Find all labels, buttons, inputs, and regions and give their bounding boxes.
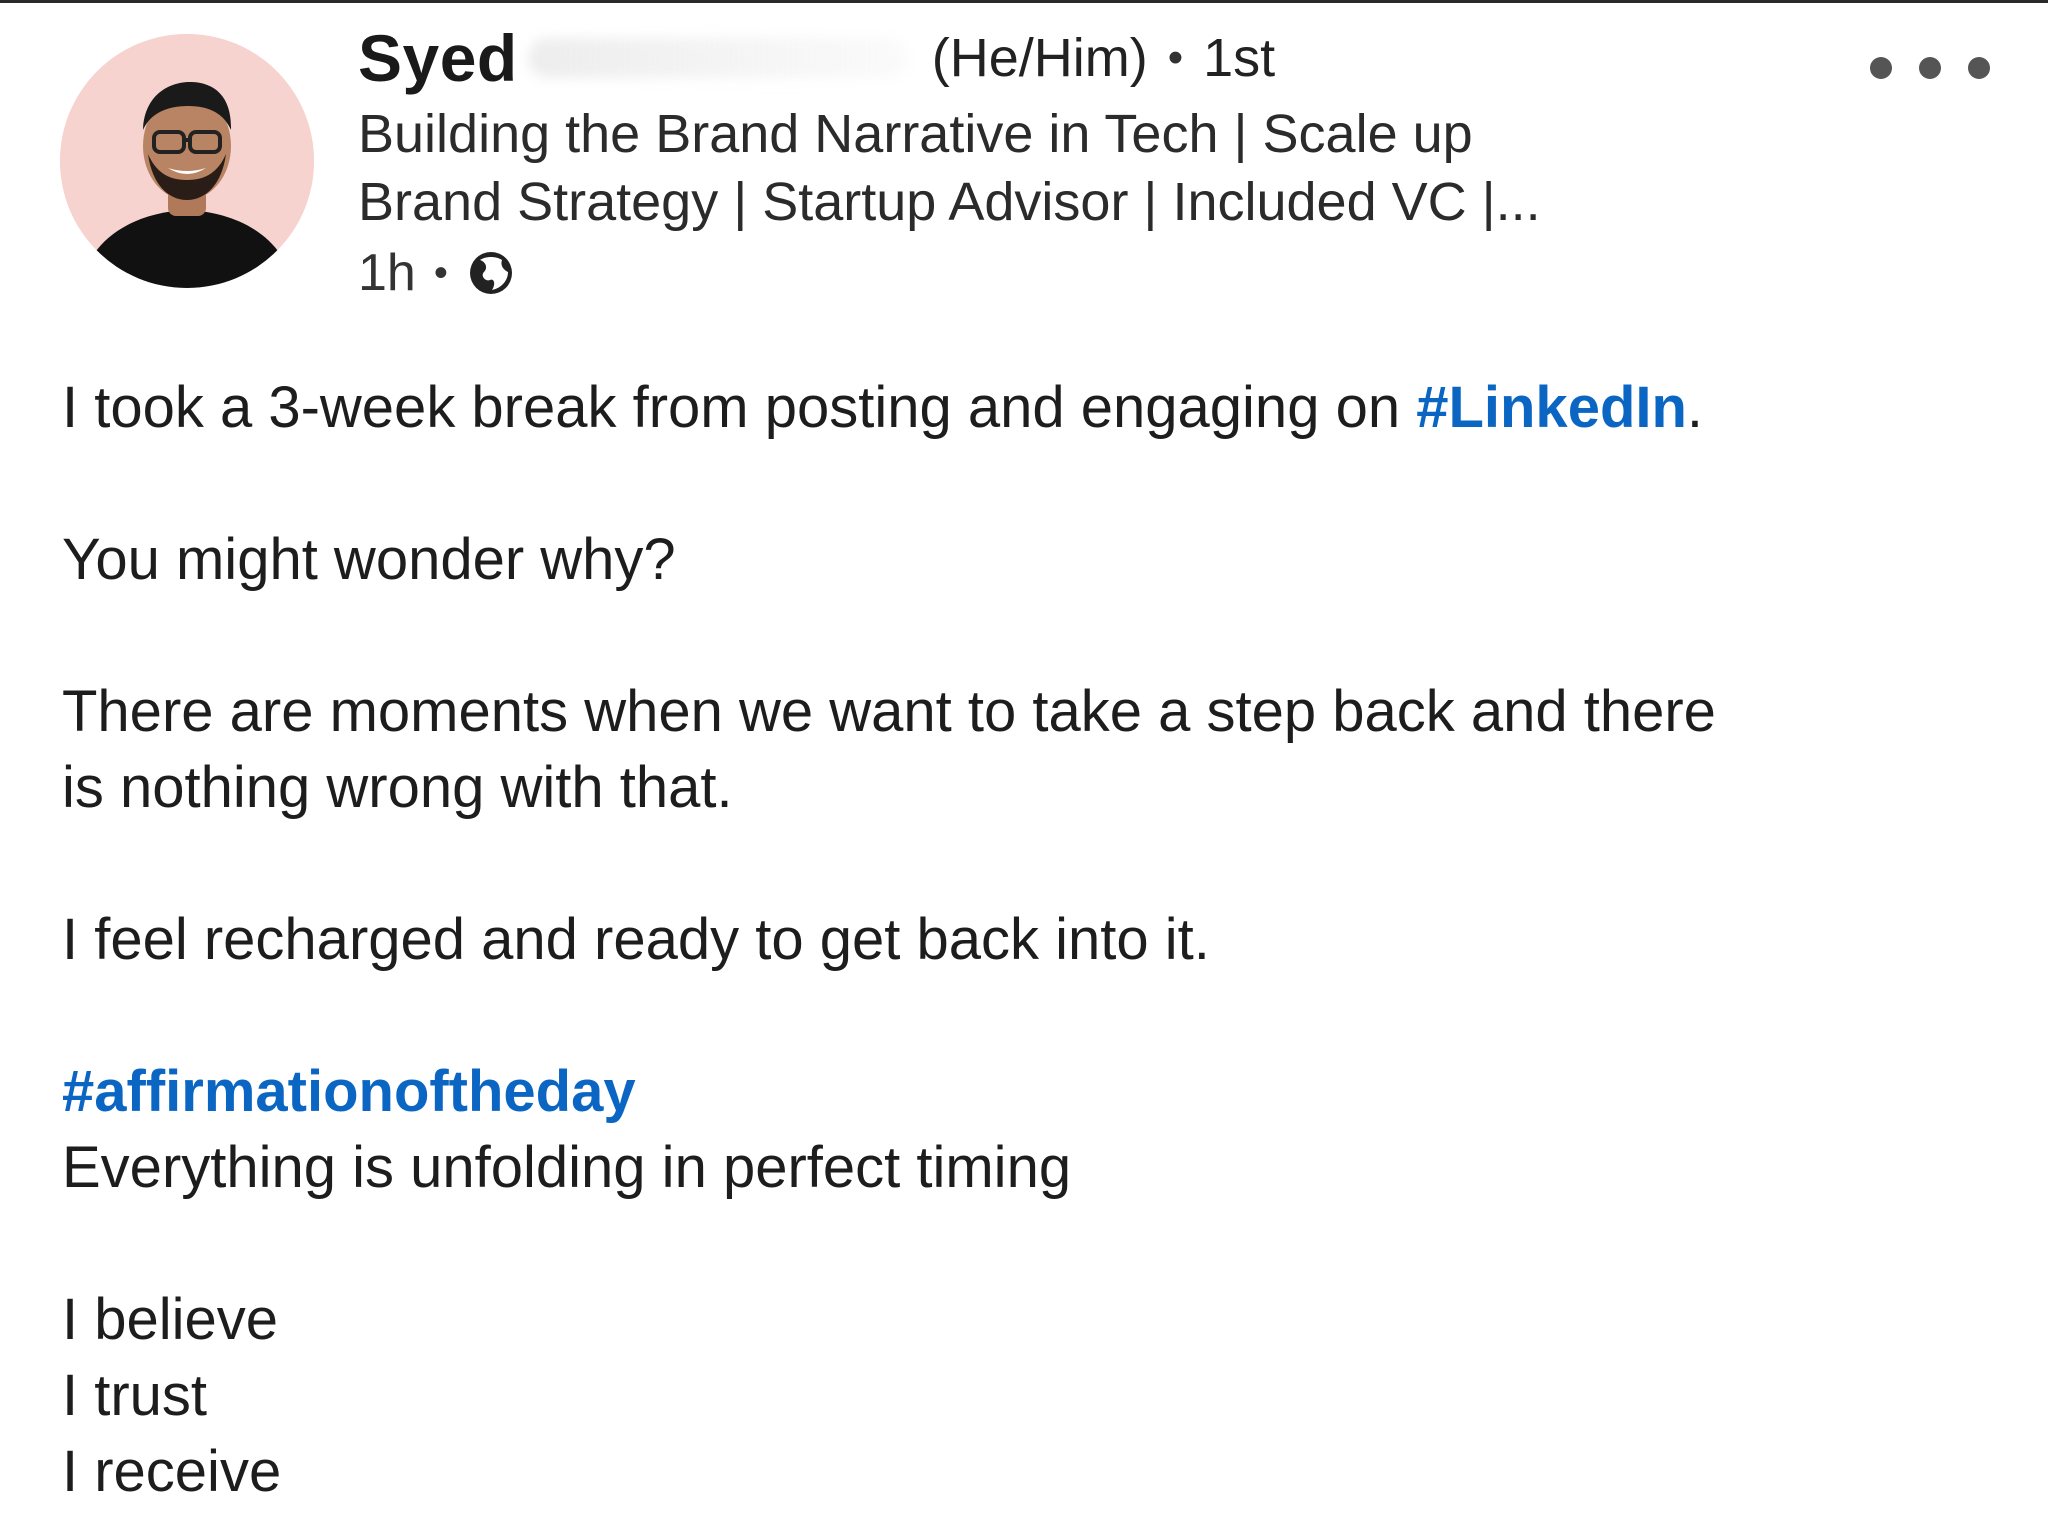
post-line-2: You might wonder why? — [62, 527, 676, 592]
post-line-1-text: I took a 3-week break from posting and e… — [62, 375, 1417, 440]
post-line-1-end: . — [1686, 375, 1704, 440]
separator-dot: • — [1167, 33, 1184, 82]
post-line-7: I believe — [62, 1287, 279, 1352]
author-headline-line-1: Building the Brand Narrative in Tech | S… — [358, 104, 1473, 164]
author-name-row: Syed (He/Him) • 1st — [358, 18, 1275, 98]
hashtag-affirmationoftheday[interactable]: #affirmationoftheday — [62, 1054, 636, 1130]
globe-icon — [466, 248, 516, 298]
post-line-6: Everything is unfolding in perfect timin… — [62, 1135, 1072, 1200]
linkedin-post: Syed (He/Him) • 1st Building the Brand N… — [0, 0, 2048, 1530]
separator-dot: • — [433, 250, 448, 295]
post-time: 1h — [358, 244, 416, 302]
post-line-1: I took a 3-week break from posting and e… — [62, 370, 1703, 446]
post-line-9: I receive — [62, 1439, 282, 1504]
menu-dot — [1870, 57, 1892, 79]
avatar-portrait — [60, 34, 314, 288]
post-line-5: I feel recharged and ready to get back i… — [62, 907, 1210, 972]
avatar[interactable] — [60, 34, 314, 288]
author-pronouns: (He/Him) — [931, 28, 1148, 88]
connection-degree: 1st — [1203, 28, 1276, 88]
post-line-3: There are moments when we want to take a… — [62, 679, 1716, 744]
author-headline[interactable]: Building the Brand Narrative in Tech | S… — [358, 100, 1778, 236]
post-line-4: is nothing wrong with that. — [62, 755, 733, 820]
hashtag-linkedin[interactable]: #LinkedIn — [1416, 375, 1687, 440]
post-line-8: I trust — [62, 1363, 208, 1428]
author-headline-line-2: Brand Strategy | Startup Advisor | Inclu… — [358, 172, 1541, 232]
more-options-icon[interactable] — [1870, 48, 1990, 88]
author-name-redaction — [527, 38, 908, 78]
menu-dot — [1968, 57, 1990, 79]
author-name[interactable]: Syed — [358, 20, 518, 96]
post-meta: 1h • — [358, 240, 516, 306]
menu-dot — [1919, 57, 1941, 79]
